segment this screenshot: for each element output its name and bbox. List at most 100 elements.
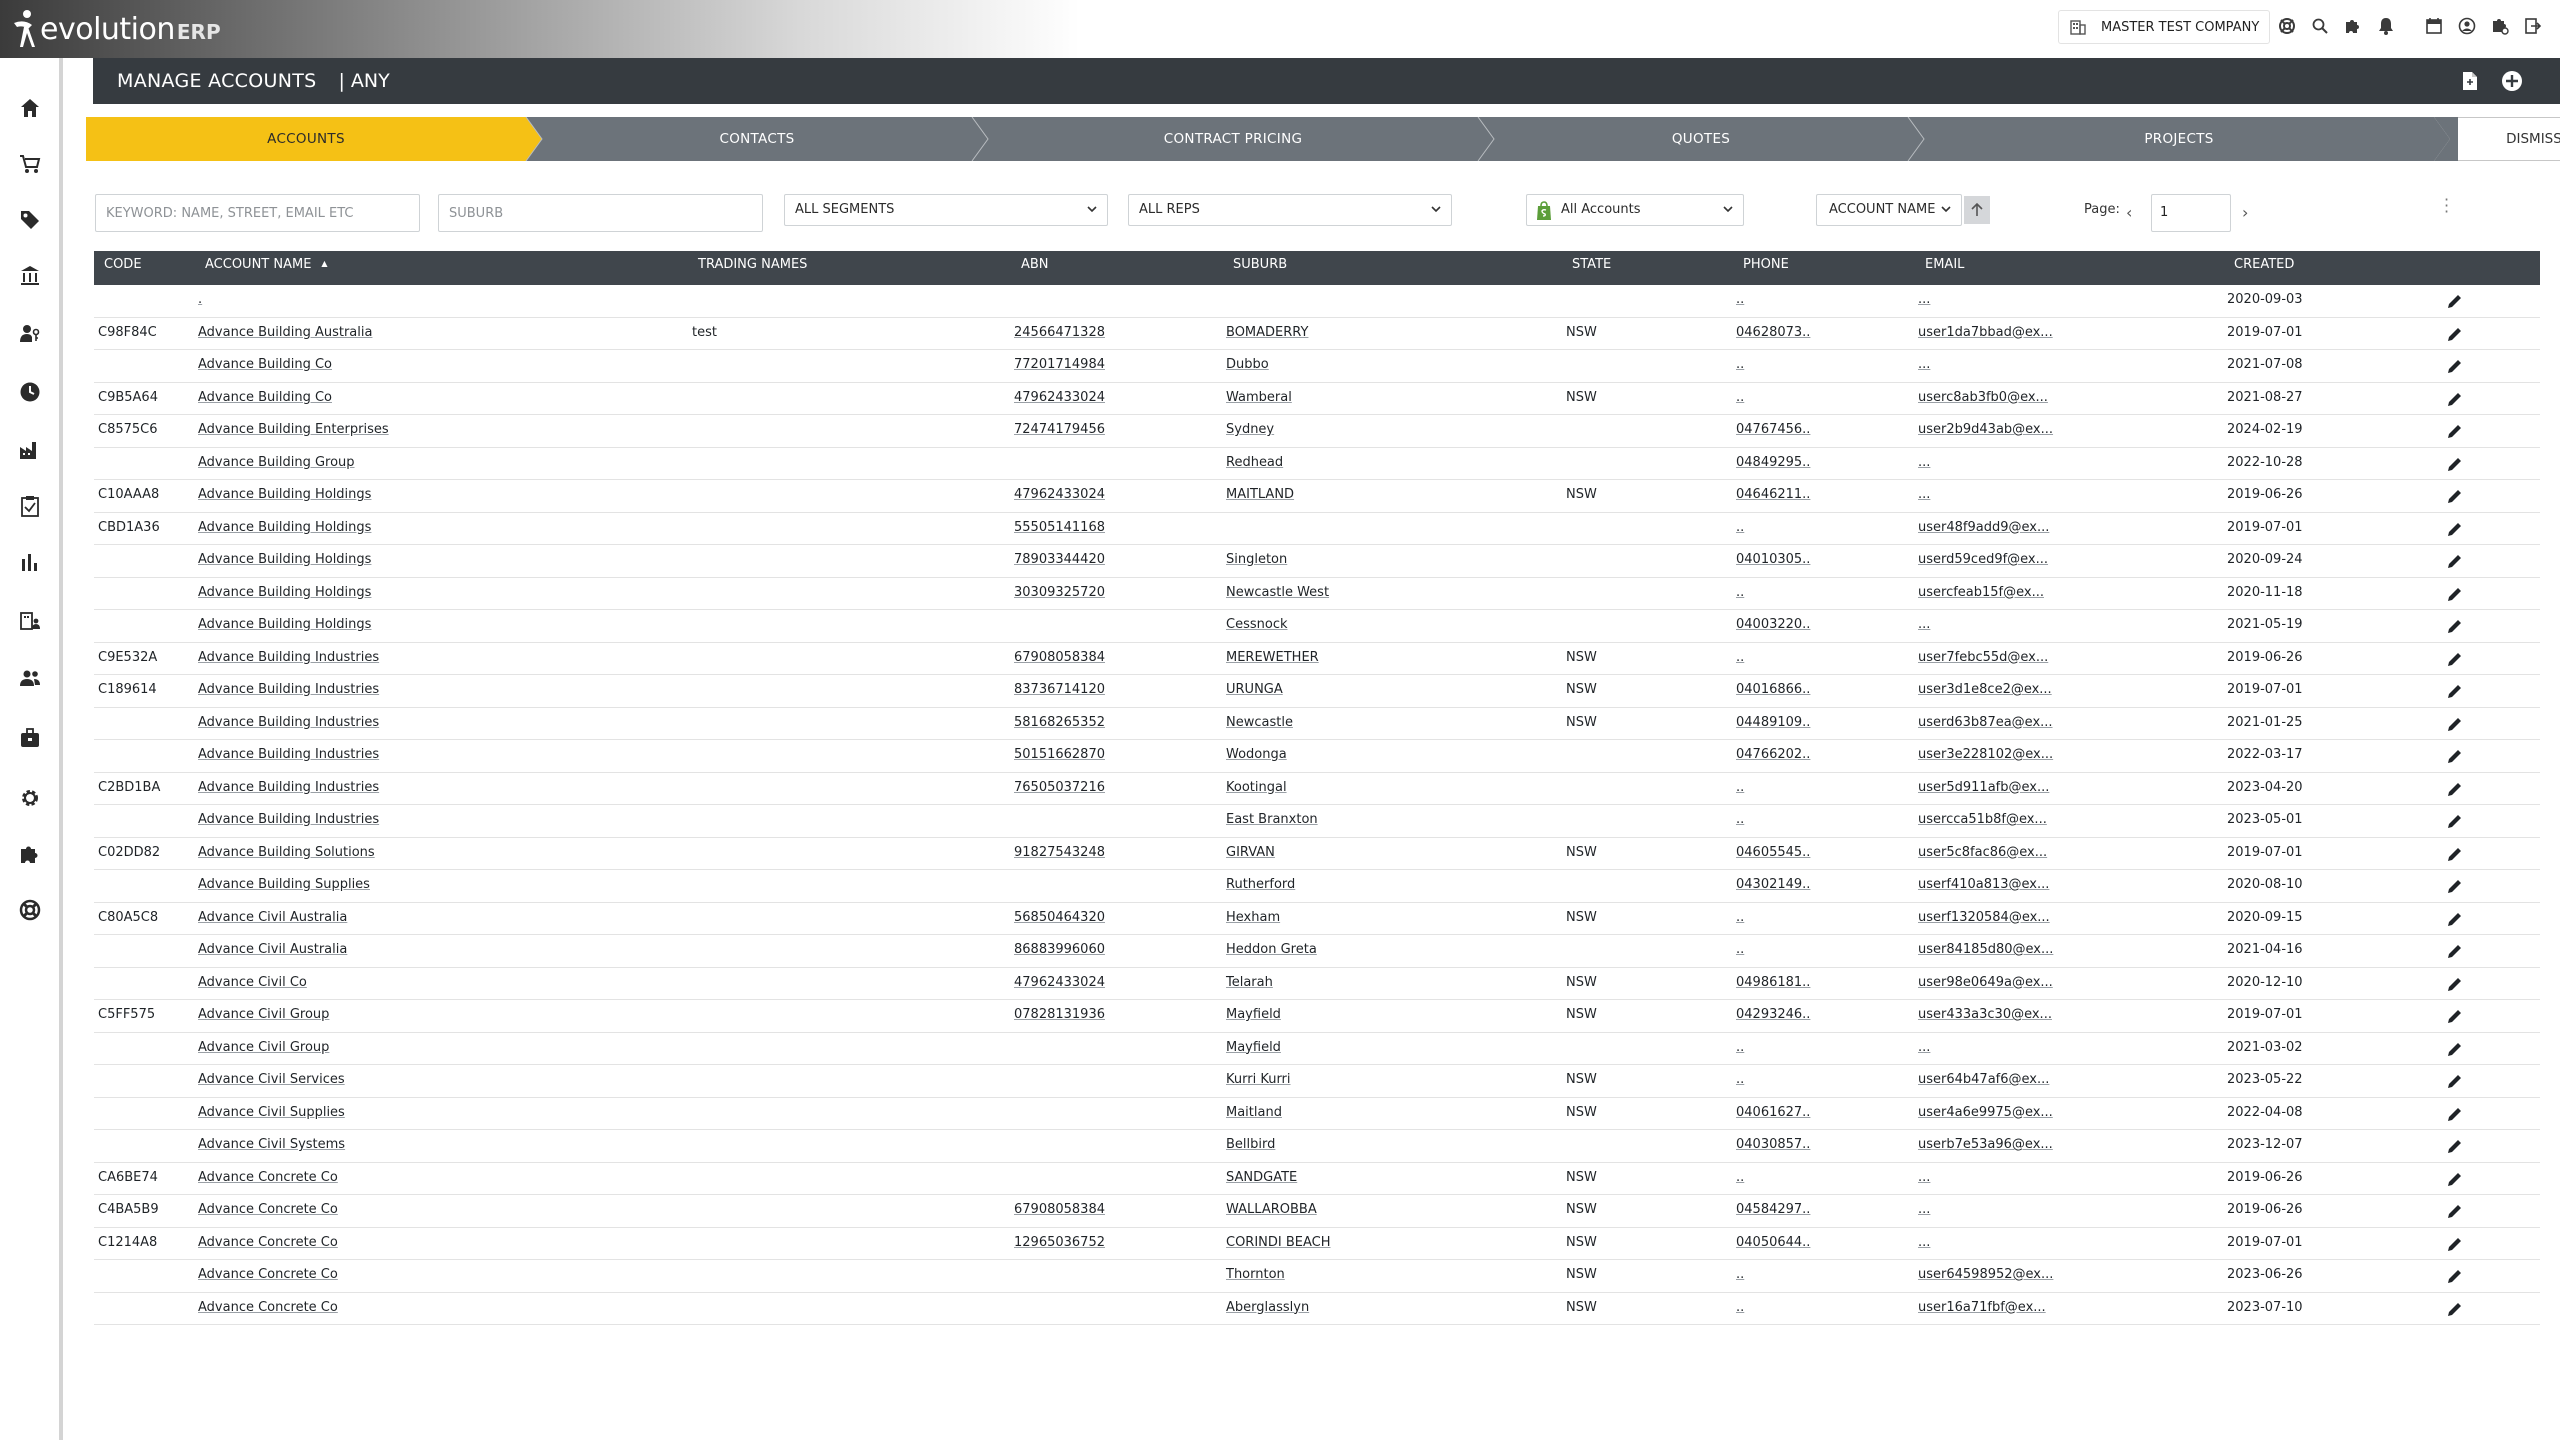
user-circle-icon[interactable] <box>2454 13 2480 39</box>
row-account-name[interactable]: Advance Building Group <box>198 448 355 479</box>
row-email[interactable]: ... <box>1918 1195 1930 1226</box>
row-account-name[interactable]: Advance Civil Australia <box>198 903 347 934</box>
edit-pencil-icon[interactable] <box>2446 520 2464 538</box>
row-account-name[interactable]: Advance Concrete Co <box>198 1260 338 1291</box>
row-email[interactable]: ... <box>1918 1228 1930 1259</box>
edit-pencil-icon[interactable] <box>2446 942 2464 960</box>
bell-icon[interactable] <box>2373 13 2399 39</box>
row-account-name[interactable]: Advance Building Holdings <box>198 578 371 609</box>
edit-pencil-icon[interactable] <box>2446 747 2464 765</box>
edit-pencil-icon[interactable] <box>2446 1137 2464 1155</box>
user-key-icon[interactable] <box>14 318 46 350</box>
edit-pencil-icon[interactable] <box>2446 845 2464 863</box>
edit-pencil-icon[interactable] <box>2446 682 2464 700</box>
row-account-name[interactable]: Advance Building Industries <box>198 708 379 739</box>
edit-pencil-icon[interactable] <box>2446 585 2464 603</box>
table-row[interactable]: Advance Civil Services Kurri Kurri NSW.. us… <box>94 1065 2540 1098</box>
row-phone[interactable]: .. <box>1736 1163 1744 1194</box>
table-row[interactable]: C2BD1BA Advance Building Industries 765050… <box>94 773 2540 805</box>
row-account-name[interactable]: Advance Building Holdings <box>198 480 371 511</box>
row-email[interactable]: ... <box>1918 448 1930 479</box>
table-row[interactable]: Advance Building Holdings 30309325720 Newc… <box>94 578 2540 610</box>
row-abn[interactable]: 72474179456 <box>1014 415 1105 446</box>
edit-pencil-icon[interactable] <box>2446 1267 2464 1285</box>
clock-icon[interactable] <box>14 376 46 408</box>
row-suburb[interactable]: Redhead <box>1226 448 1283 479</box>
row-suburb[interactable]: Thornton <box>1226 1260 1285 1291</box>
row-phone[interactable]: 04584297.. <box>1736 1195 1810 1226</box>
edit-pencil-icon[interactable] <box>2446 1040 2464 1058</box>
row-abn[interactable]: 83736714120 <box>1014 675 1105 706</box>
row-email[interactable]: user48f9add9@ex... <box>1918 513 2049 544</box>
row-phone[interactable]: .. <box>1736 383 1744 414</box>
row-suburb[interactable]: Telarah <box>1226 968 1273 999</box>
row-account-name[interactable]: Advance Building Holdings <box>198 545 371 576</box>
row-suburb[interactable]: Aberglasslyn <box>1226 1293 1309 1324</box>
row-phone[interactable]: 04293246.. <box>1736 1000 1810 1031</box>
home-icon[interactable] <box>14 92 46 124</box>
row-account-name[interactable]: Advance Building Co <box>198 350 332 381</box>
row-abn[interactable]: 67908058384 <box>1014 1195 1105 1226</box>
row-phone[interactable]: 04050644.. <box>1736 1228 1810 1259</box>
edit-pencil-icon[interactable] <box>2446 325 2464 343</box>
table-row[interactable]: Advance Civil Supplies Maitland NSW 0406162… <box>94 1098 2540 1130</box>
puzzle-piece-icon[interactable] <box>14 838 46 870</box>
edit-pencil-icon[interactable] <box>2446 552 2464 570</box>
row-phone[interactable]: 04003220.. <box>1736 610 1810 641</box>
col-abn[interactable]: ABN <box>1021 251 1049 285</box>
tab-quotes[interactable]: QUOTES <box>1494 117 1908 161</box>
accounts-select[interactable]: All Accounts <box>1526 194 1744 226</box>
row-account-name[interactable]: Advance Concrete Co <box>198 1163 338 1194</box>
row-suburb[interactable]: GIRVAN <box>1226 838 1275 869</box>
row-suburb[interactable]: MAITLAND <box>1226 480 1294 511</box>
row-email[interactable]: ... <box>1918 350 1930 381</box>
bank-icon[interactable] <box>14 260 46 292</box>
table-row[interactable]: CBD1A36 Advance Building Holdings 55505141… <box>94 513 2540 545</box>
row-abn[interactable]: 58168265352 <box>1014 708 1105 739</box>
edit-pencil-icon[interactable] <box>2446 812 2464 830</box>
edit-pencil-icon[interactable] <box>2446 1007 2464 1025</box>
users-icon[interactable] <box>14 662 46 694</box>
col-email[interactable]: EMAIL <box>1925 251 1964 285</box>
row-phone[interactable]: .. <box>1736 1065 1744 1096</box>
col-phone[interactable]: PHONE <box>1743 251 1789 285</box>
edit-pencil-icon[interactable] <box>2446 617 2464 635</box>
cart-icon[interactable] <box>14 148 46 180</box>
row-phone[interactable]: .. <box>1736 805 1744 836</box>
keyword-search-input[interactable] <box>95 194 420 232</box>
row-phone[interactable]: 04302149.. <box>1736 870 1810 901</box>
row-phone[interactable]: 04010305.. <box>1736 545 1810 576</box>
building-person-icon[interactable] <box>14 604 46 636</box>
row-account-name[interactable]: Advance Building Supplies <box>198 870 370 901</box>
search-icon[interactable] <box>2307 13 2333 39</box>
table-row[interactable]: Advance Building Holdings 78903344420 Sing… <box>94 545 2540 578</box>
segments-select[interactable]: ALL SEGMENTS <box>784 194 1108 226</box>
row-account-name[interactable]: Advance Building Australia <box>198 318 372 349</box>
row-abn[interactable]: 77201714984 <box>1014 350 1105 381</box>
edit-pencil-icon[interactable] <box>2446 715 2464 733</box>
table-row[interactable]: Advance Civil Australia 86883996060 Heddon… <box>94 935 2540 968</box>
row-phone[interactable]: 04061627.. <box>1736 1098 1810 1129</box>
reps-select[interactable]: ALL REPS <box>1128 194 1452 226</box>
row-suburb[interactable]: Hexham <box>1226 903 1280 934</box>
row-phone[interactable]: .. <box>1736 643 1744 674</box>
row-suburb[interactable]: Newcastle <box>1226 708 1293 739</box>
row-phone[interactable]: .. <box>1736 513 1744 544</box>
col-account-name[interactable]: ACCOUNT NAME ▲ <box>205 251 328 285</box>
row-email[interactable]: user1da7bbad@ex... <box>1918 318 2053 349</box>
row-suburb[interactable]: BOMADERRY <box>1226 318 1308 349</box>
row-suburb[interactable]: WALLAROBBA <box>1226 1195 1317 1226</box>
row-email[interactable]: userb7e53a96@ex... <box>1918 1130 2053 1161</box>
row-account-name[interactable]: Advance Building Holdings <box>198 513 371 544</box>
row-phone[interactable]: .. <box>1736 1293 1744 1324</box>
row-suburb[interactable]: Kurri Kurri <box>1226 1065 1291 1096</box>
row-account-name[interactable]: Advance Building Industries <box>198 740 379 771</box>
table-row[interactable]: C189614 Advance Building Industries 837367… <box>94 675 2540 708</box>
table-row[interactable]: Advance Building Supplies Rutherford 04302… <box>94 870 2540 903</box>
row-account-name[interactable]: Advance Civil Services <box>198 1065 345 1096</box>
edit-pencil-icon[interactable] <box>2446 1105 2464 1123</box>
table-row[interactable]: Advance Building Industries 58168265352 Ne… <box>94 708 2540 740</box>
row-email[interactable]: ... <box>1918 285 1930 316</box>
row-abn[interactable]: 91827543248 <box>1014 838 1105 869</box>
row-abn[interactable]: 67908058384 <box>1014 643 1105 674</box>
